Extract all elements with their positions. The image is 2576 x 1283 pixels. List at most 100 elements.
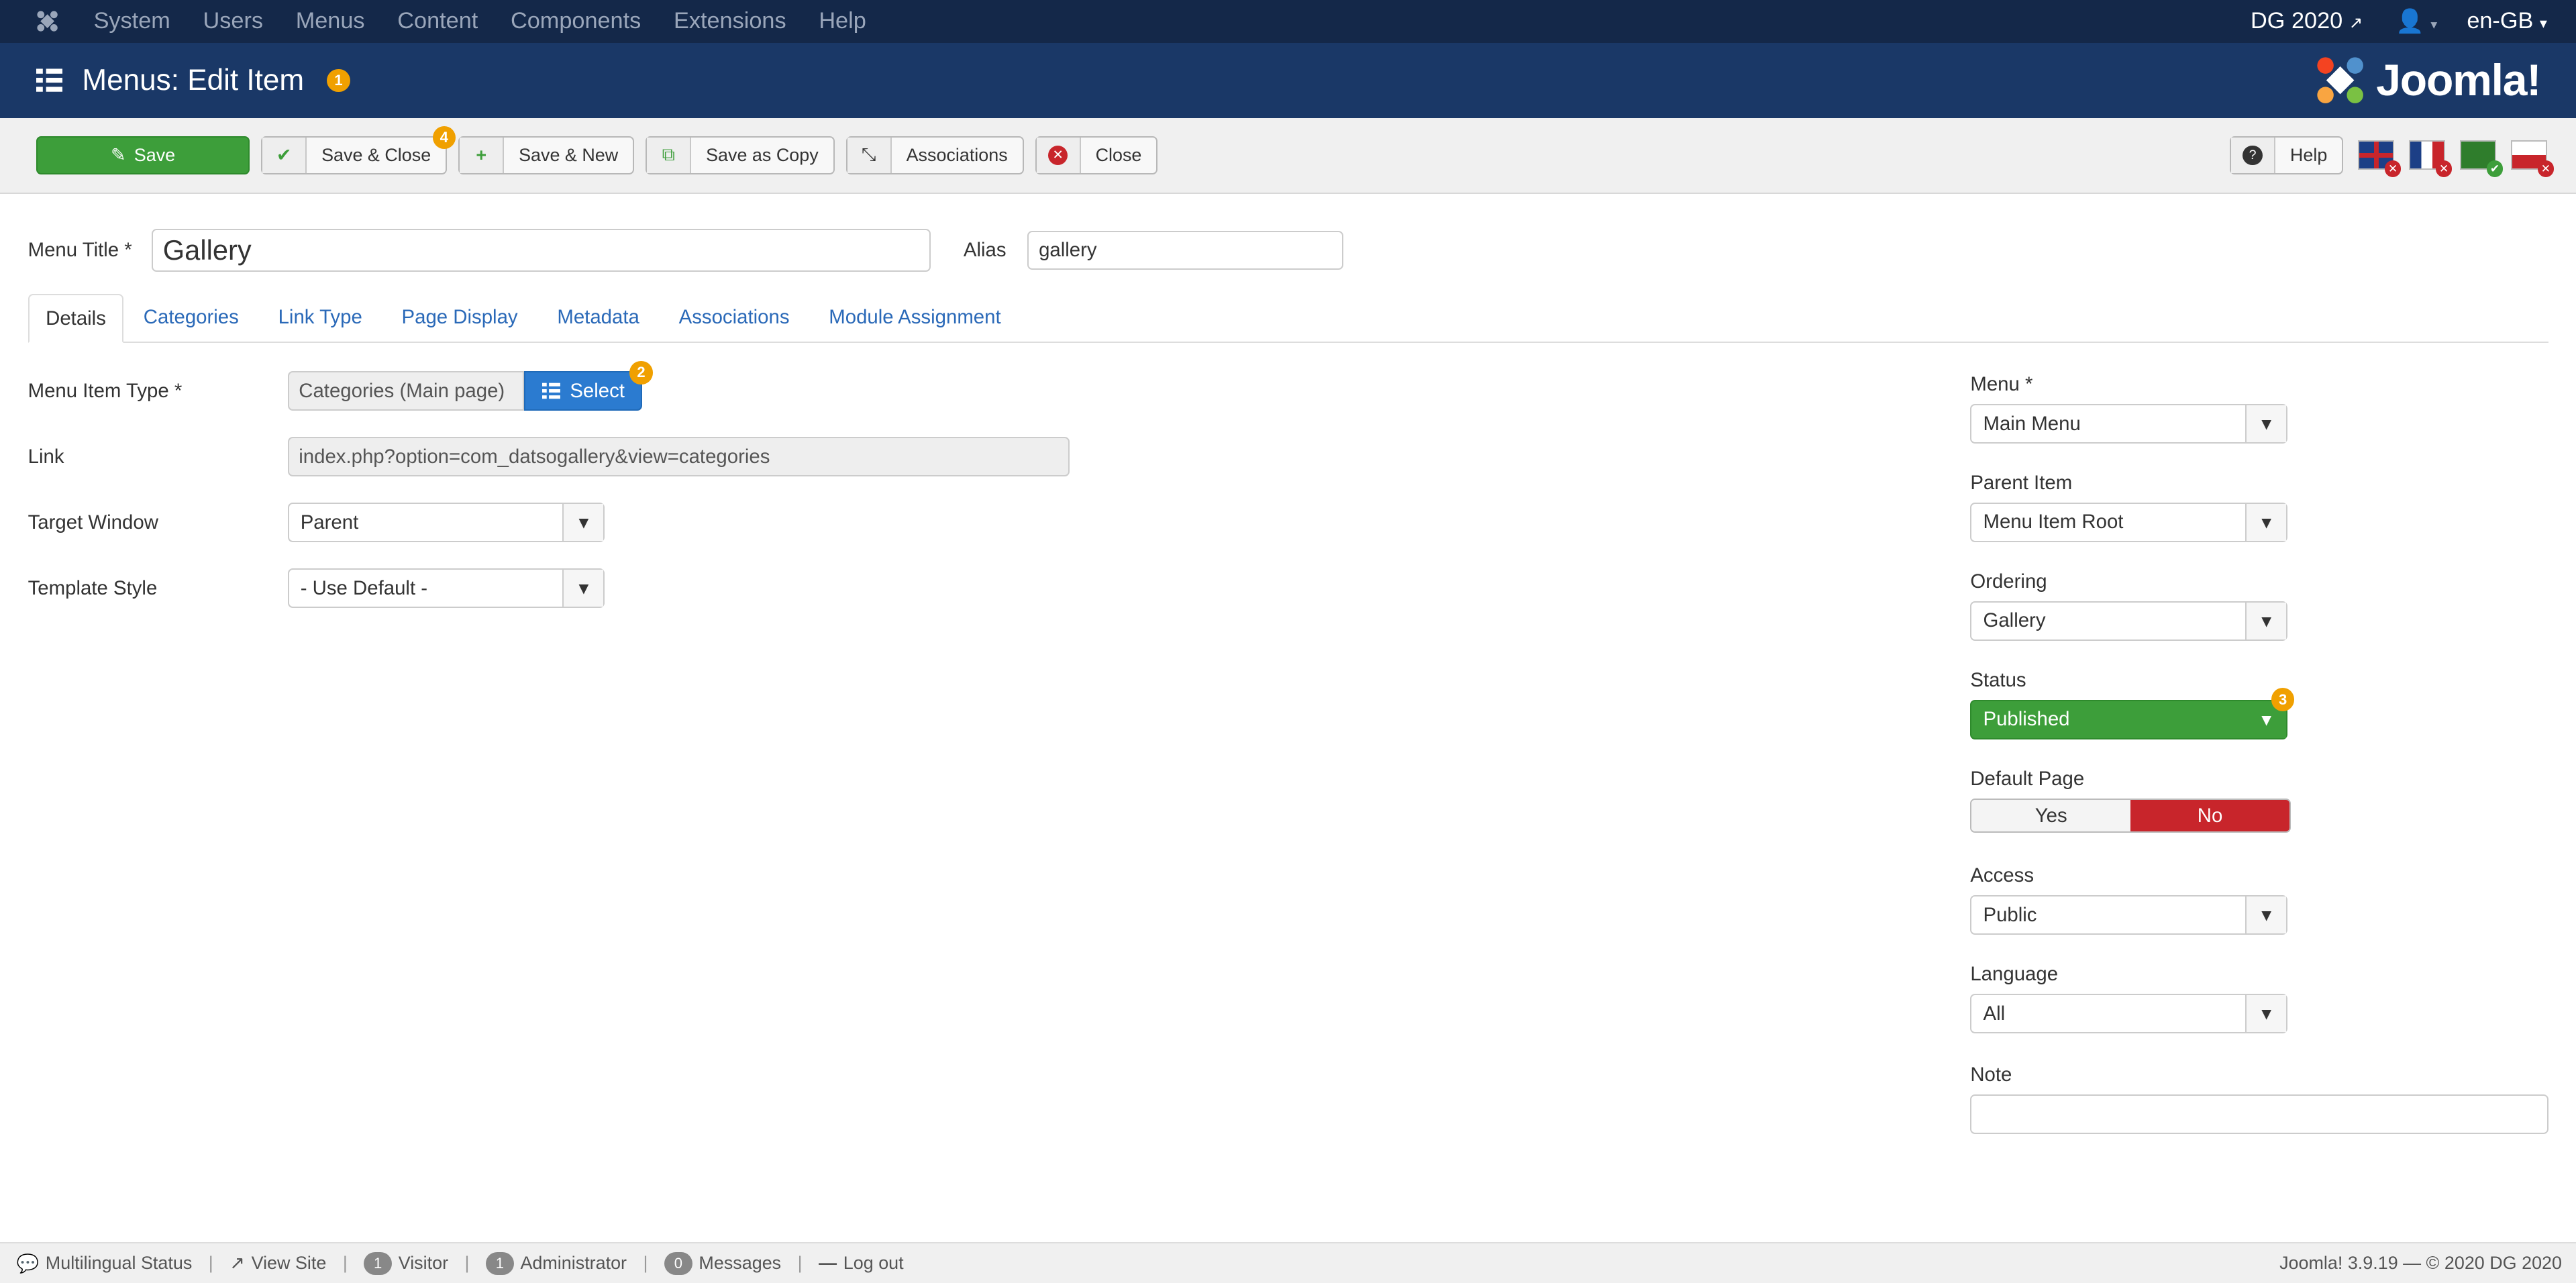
default-no-button[interactable]: No xyxy=(2130,799,2289,832)
status-field: Status Published ▾ 3 xyxy=(1970,668,2295,739)
tab-associations[interactable]: Associations xyxy=(659,294,809,342)
menu-item-system[interactable]: System xyxy=(94,8,170,34)
menu-item-type-label: Menu Item Type * xyxy=(28,379,183,402)
logout-link[interactable]: — Log out xyxy=(819,1253,904,1274)
save-button[interactable]: ✎ Save xyxy=(36,136,250,174)
language-menu[interactable]: en-GB ▾ xyxy=(2467,8,2547,34)
tab-categories[interactable]: Categories xyxy=(123,294,258,342)
parent-item-select[interactable]: Menu Item Root ▾ xyxy=(1970,503,2287,542)
save-label: Save xyxy=(134,144,176,165)
template-style-value: - Use Default - xyxy=(300,576,428,599)
save-copy-button[interactable]: ⧉ Save as Copy xyxy=(646,136,835,174)
flag-ar-icon[interactable]: ✔ xyxy=(2460,140,2504,177)
status-value: Published xyxy=(1983,708,2070,731)
ordering-label: Ordering xyxy=(1970,570,2047,593)
site-link[interactable]: DG 2020 ↗ xyxy=(2251,8,2363,34)
menu-select[interactable]: Main Menu ▾ xyxy=(1970,404,2287,444)
note-input[interactable] xyxy=(1970,1094,2549,1134)
save-new-label: Save & New xyxy=(519,144,619,165)
ordering-select[interactable]: Gallery ▾ xyxy=(1970,601,2287,641)
default-yes-button[interactable]: Yes xyxy=(1971,799,2131,832)
flag-fr-icon[interactable]: ✕ xyxy=(2409,140,2453,177)
site-name: DG 2020 xyxy=(2251,8,2343,34)
target-window-select[interactable]: Parent ▾ xyxy=(287,503,605,543)
menu-title-label: Menu Title * xyxy=(28,238,132,261)
access-select[interactable]: Public ▾ xyxy=(1970,895,2287,935)
menu-item-extensions[interactable]: Extensions xyxy=(674,8,786,34)
target-window-label: Target Window xyxy=(28,511,158,533)
brand-name: Joomla! xyxy=(2376,55,2541,105)
tab-module-assignment[interactable]: Module Assignment xyxy=(809,294,1021,342)
menu-field: Menu * Main Menu ▾ xyxy=(1970,373,2287,444)
tab-page-display[interactable]: Page Display xyxy=(382,294,537,342)
messages-label: Messages xyxy=(699,1253,782,1274)
check-icon: ✔ xyxy=(262,138,307,173)
menu-item-content[interactable]: Content xyxy=(397,8,478,34)
default-page-toggle: Yes No xyxy=(1970,798,2291,833)
logout-label: Log out xyxy=(843,1253,904,1274)
caret-down-icon: ▾ xyxy=(2245,603,2286,639)
language-select[interactable]: All ▾ xyxy=(1970,994,2287,1034)
alias-input[interactable] xyxy=(1027,230,1343,270)
step-badge: 3 xyxy=(2271,688,2295,711)
close-button[interactable]: ✕ Close xyxy=(1035,136,1158,174)
visitor-count-badge: 1 xyxy=(364,1251,392,1275)
joomla-icon[interactable] xyxy=(33,7,62,36)
close-label: Close xyxy=(1095,144,1142,165)
menu-item-users[interactable]: Users xyxy=(203,8,263,34)
select-button[interactable]: Select 2 xyxy=(524,361,653,411)
divider: | xyxy=(797,1253,803,1274)
language-value: All xyxy=(1983,1002,2006,1025)
help-button[interactable]: ? Help xyxy=(2230,136,2344,174)
parent-item-value: Menu Item Root xyxy=(1983,511,2124,533)
associations-label: Associations xyxy=(906,144,1008,165)
question-icon: ? xyxy=(2231,138,2275,173)
minus-icon: — xyxy=(819,1253,837,1274)
status-select[interactable]: Published ▾ 3 xyxy=(1970,688,2295,739)
step-badge: 4 xyxy=(432,126,456,150)
caret-down-icon: ▾ xyxy=(2245,405,2286,442)
save-new-button[interactable]: + Save & New xyxy=(458,136,635,174)
link-field: index.php?option=com_datsogallery&view=c… xyxy=(287,437,1070,477)
flag-pl-icon[interactable]: ✕ xyxy=(2511,140,2555,177)
close-icon: ✕ xyxy=(1036,138,1081,173)
menu-item-components[interactable]: Components xyxy=(511,8,641,34)
parent-item-label: Parent Item xyxy=(1970,471,2073,494)
user-menu[interactable]: 👤 ▾ xyxy=(2395,8,2437,35)
page-header: Menus: Edit Item 1 Joomla! xyxy=(0,42,2576,119)
status-bar: 💬 Multilingual Status | ↗ View Site | 1 Vis… xyxy=(0,1242,2576,1283)
multilingual-status-link[interactable]: 💬 Multilingual Status xyxy=(16,1253,192,1274)
status-label: Status xyxy=(1970,668,2026,691)
default-page-field: Default Page Yes No xyxy=(1970,768,2291,833)
access-label: Access xyxy=(1970,864,2034,887)
chevron-down-icon: ▾ xyxy=(2539,15,2547,32)
divider: | xyxy=(464,1253,470,1274)
user-icon: 👤 xyxy=(2395,8,2424,34)
list-icon xyxy=(36,68,63,93)
template-style-select[interactable]: - Use Default - ▾ xyxy=(287,568,605,609)
menu-value: Main Menu xyxy=(1983,412,2081,435)
link-label: Link xyxy=(28,445,64,468)
caret-down-icon: ▾ xyxy=(562,504,604,542)
tab-link-type[interactable]: Link Type xyxy=(258,294,382,342)
comment-icon: 💬 xyxy=(16,1253,40,1274)
menu-title-input[interactable] xyxy=(152,229,931,272)
save-close-button[interactable]: ✔ Save & Close 4 xyxy=(261,126,456,174)
help-label: Help xyxy=(2289,144,2328,165)
access-field: Access Public ▾ xyxy=(1970,864,2287,935)
menu-item-help[interactable]: Help xyxy=(819,8,866,34)
alias-label: Alias xyxy=(963,238,1007,261)
flag-uk-icon[interactable]: ✕ xyxy=(2358,140,2402,177)
associations-button[interactable]: ⤡ Associations xyxy=(845,136,1024,174)
admin-count[interactable]: 1 Administrator xyxy=(486,1251,627,1275)
note-label: Note xyxy=(1970,1063,2012,1086)
messages-link[interactable]: 0 Messages xyxy=(664,1251,782,1275)
page-title: Menus: Edit Item xyxy=(82,63,305,97)
menu-item-menus[interactable]: Menus xyxy=(296,8,365,34)
visitor-count[interactable]: 1 Visitor xyxy=(364,1251,448,1275)
default-page-label: Default Page xyxy=(1970,767,2085,790)
menu-label: Menu * xyxy=(1970,372,2033,395)
view-site-link[interactable]: ↗ View Site xyxy=(229,1253,326,1274)
tab-details[interactable]: Details xyxy=(28,293,124,344)
tab-metadata[interactable]: Metadata xyxy=(537,294,659,342)
